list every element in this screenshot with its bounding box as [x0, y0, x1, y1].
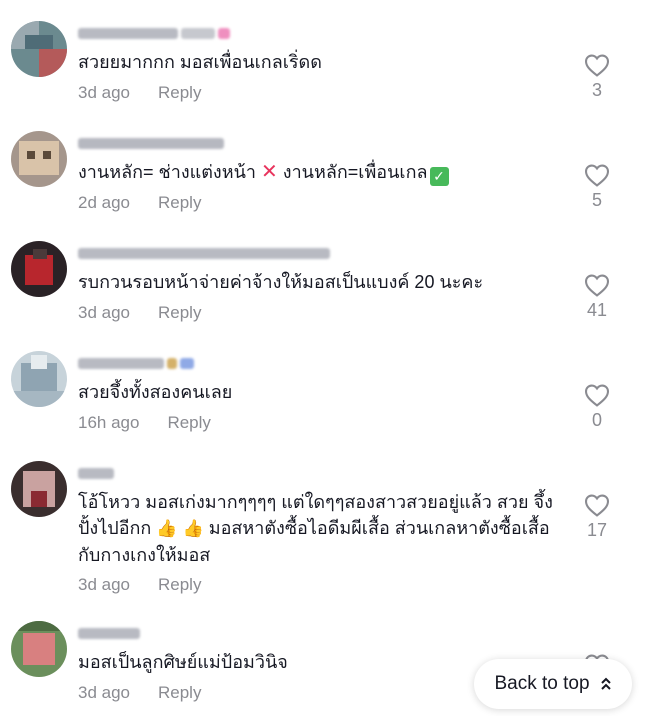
heart-outline-icon — [584, 54, 610, 77]
comment-meta: 16h ago Reply — [78, 411, 211, 435]
heart-outline-icon — [584, 384, 610, 407]
like-count: 5 — [591, 190, 602, 210]
like-count: 3 — [591, 80, 602, 100]
username-blurred[interactable] — [78, 625, 140, 641]
reply-button[interactable]: Reply — [158, 193, 201, 213]
comment-text-part: งานหลัก=เพื่อนเกล — [282, 162, 428, 182]
check-mark-button-emoji: ✓ — [429, 167, 449, 186]
like-count: 0 — [591, 410, 602, 430]
like-button[interactable]: 0 — [578, 384, 616, 430]
reply-button[interactable]: Reply — [158, 303, 201, 323]
like-button[interactable]: 41 — [578, 274, 616, 320]
thumbs-up-emoji: 👍 — [182, 519, 204, 538]
comment-meta: 3d ago Reply — [78, 301, 201, 325]
like-button[interactable]: 5 — [578, 164, 616, 210]
avatar[interactable] — [11, 131, 67, 187]
comment-meta: 3d ago Reply — [78, 573, 201, 597]
heart-outline-icon — [584, 164, 610, 187]
like-button[interactable]: 17 — [578, 494, 616, 540]
avatar[interactable] — [11, 241, 67, 297]
comment-item: รบกวนรอบหน้าจ่ายค่าจ้างให้มอสเป็นแบงค์ 2… — [0, 241, 645, 327]
comment-item: โอ้โหวว มอสเก่งมากๆๆๆๆ แต่ใดๆๆสองสาวสวยอ… — [0, 461, 645, 601]
comment-item: สวยยมากกก มอสเพื่อนเกลเริ่ดด 3d ago Repl… — [0, 21, 645, 107]
username-blurred[interactable] — [78, 135, 224, 151]
like-count: 41 — [586, 300, 608, 320]
comment-time: 16h ago — [78, 413, 140, 432]
like-button[interactable]: 3 — [578, 54, 616, 100]
heart-outline-icon — [584, 494, 610, 517]
comment-item: สวยจึ้งทั้งสองคนเลย 16h ago Reply 0 — [0, 351, 645, 437]
back-to-top-label: Back to top — [494, 673, 590, 694]
reply-button[interactable]: Reply — [167, 413, 210, 433]
comment-time: 3d ago — [78, 575, 130, 594]
username-blurred[interactable] — [78, 245, 330, 261]
comment-text: รบกวนรอบหน้าจ่ายค่าจ้างให้มอสเป็นแบงค์ 2… — [78, 272, 484, 292]
username-blurred[interactable] — [78, 355, 194, 371]
comment-text: โอ้โหวว มอสเก่งมากๆๆๆๆ แต่ใดๆๆสองสาวสวยอ… — [78, 489, 558, 568]
comment-time: 3d ago — [78, 83, 130, 102]
reply-button[interactable]: Reply — [158, 83, 201, 103]
comment-item: งานหลัก= ช่างแต่งหน้า ✕ งานหลัก=เพื่อนเก… — [0, 131, 645, 217]
like-count: 17 — [586, 520, 608, 540]
comment-text: สวยจึ้งทั้งสองคนเลย — [78, 382, 233, 402]
comment-meta: 2d ago Reply — [78, 191, 201, 215]
username-blurred[interactable] — [78, 25, 230, 41]
comment-text: งานหลัก= ช่างแต่งหน้า ✕ งานหลัก=เพื่อนเก… — [78, 159, 558, 186]
comment-time: 2d ago — [78, 193, 130, 212]
cross-mark-emoji: ✕ — [261, 161, 278, 183]
username-blurred[interactable] — [78, 465, 114, 481]
avatar[interactable] — [11, 21, 67, 77]
thumbs-up-emoji: 👍 — [156, 519, 178, 538]
comment-text: สวยยมากกก มอสเพื่อนเกลเริ่ดด — [78, 52, 322, 72]
avatar[interactable] — [11, 621, 67, 677]
avatar[interactable] — [11, 461, 67, 517]
double-chevron-up-icon — [600, 677, 611, 690]
heart-outline-icon — [584, 274, 610, 297]
comment-time: 3d ago — [78, 303, 130, 322]
avatar[interactable] — [11, 351, 67, 407]
comment-time: 3d ago — [78, 683, 130, 702]
reply-button[interactable]: Reply — [158, 575, 201, 595]
back-to-top-button[interactable]: Back to top — [474, 659, 632, 709]
comment-meta: 3d ago Reply — [78, 81, 201, 105]
comment-text-part: งานหลัก= ช่างแต่งหน้า — [78, 162, 256, 182]
comment-meta: 3d ago Reply — [78, 681, 201, 705]
reply-button[interactable]: Reply — [158, 683, 201, 703]
